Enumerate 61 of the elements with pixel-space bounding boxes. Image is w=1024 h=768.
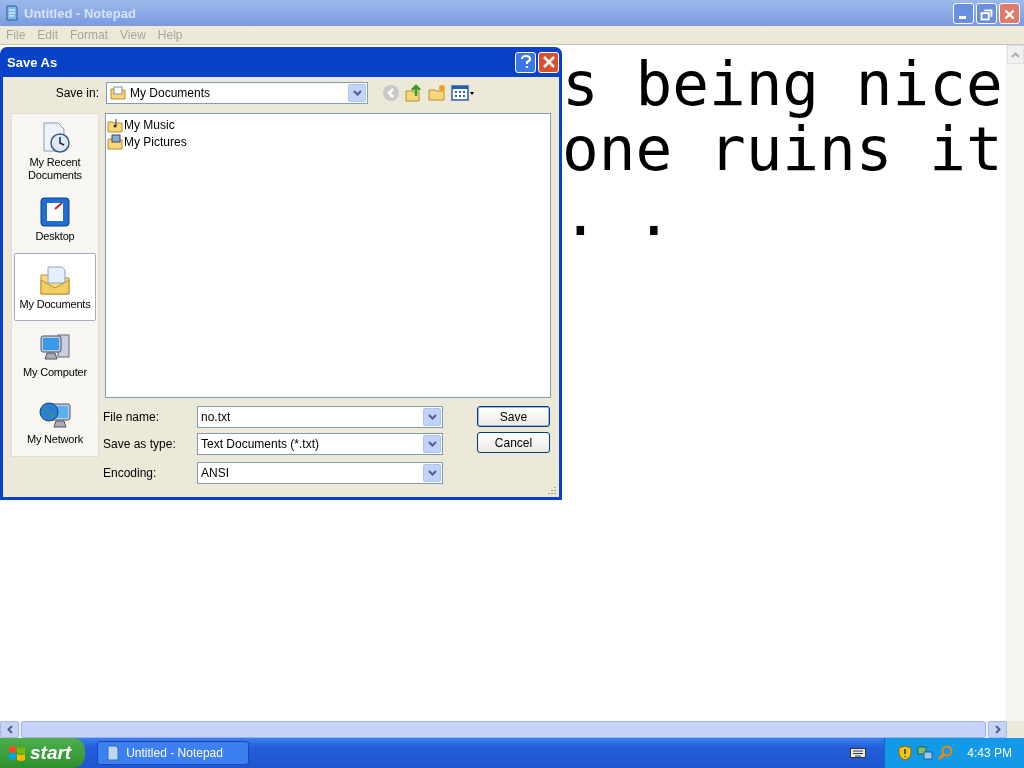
resize-grip-icon[interactable] [547,485,557,495]
notepad-icon [106,745,121,761]
field-label: File name: [103,409,161,424]
text-line: s being nice [562,51,1003,116]
shield-icon[interactable] [897,745,914,761]
folder-icon [110,85,126,101]
places-item[interactable]: Desktop [14,185,96,254]
vertical-scrollbar[interactable] [1006,45,1024,721]
input-field[interactable]: no.txt [197,405,443,428]
folder-entry[interactable]: My Pictures [107,133,187,150]
place-label: My Network [26,433,84,447]
pictures-folder-icon [107,133,123,150]
place-label: My Recent Documents [27,156,83,183]
places-item[interactable]: My Documents [14,253,96,321]
field-value: no.txt [201,409,232,424]
window-title: Untitled - Notepad [24,5,137,21]
back-icon[interactable] [382,84,400,102]
scroll-right-button[interactable] [988,721,1007,738]
folder-name: My Music [124,117,175,132]
close-button[interactable] [538,51,559,73]
text-line: . . [562,181,674,246]
notepad-icon [4,5,20,21]
size-box [1007,721,1024,738]
field-value: ANSI [201,465,230,480]
place-label: My Documents [19,298,91,311]
network-icon[interactable] [917,745,934,761]
music-folder-icon [107,116,123,133]
places-item[interactable]: My Recent Documents [14,118,96,186]
up-folder-icon[interactable] [405,84,423,102]
keyboard-icon[interactable] [850,747,867,759]
field-value: Text Documents (*.txt) [201,436,321,451]
places-item[interactable]: My Network [14,388,96,456]
help-button[interactable] [515,51,536,73]
close-icon [541,55,556,69]
file-list[interactable]: My Music My Pictures [105,113,551,398]
input-field[interactable]: ANSI [197,461,443,484]
folder-entry[interactable]: My Music [107,116,175,133]
scroll-left-button[interactable] [0,721,19,738]
views-menu-icon[interactable] [451,84,475,102]
question-mark-icon [518,54,533,70]
scroll-up-button[interactable] [1007,45,1024,64]
save-in-dropdown[interactable]: My Documents [106,82,368,104]
dialog-title: Save As [7,54,59,70]
field-label: Encoding: [103,465,158,480]
folder-icon [38,263,72,297]
clock: 4:43 PM [967,746,1012,760]
dialog-button[interactable]: Save [477,406,550,427]
windows-flag-icon [8,744,26,762]
place-label: Desktop [35,230,75,244]
input-field[interactable]: Text Documents (*.txt) [197,432,443,455]
minimize-icon [959,15,966,19]
desktop-icon [38,195,72,230]
place-label: My Computer [23,365,87,379]
dialog-button[interactable]: Cancel [477,432,550,453]
save-in-value: My Documents [130,86,212,100]
folder-name: My Pictures [124,134,187,149]
taskbar-button[interactable]: Untitled - Notepad [97,741,250,765]
save-in-label: Save in: [54,86,99,100]
places-item[interactable]: My Computer [14,320,96,389]
new-folder-icon[interactable] [428,84,446,102]
field-label: Save as type: [103,436,177,451]
